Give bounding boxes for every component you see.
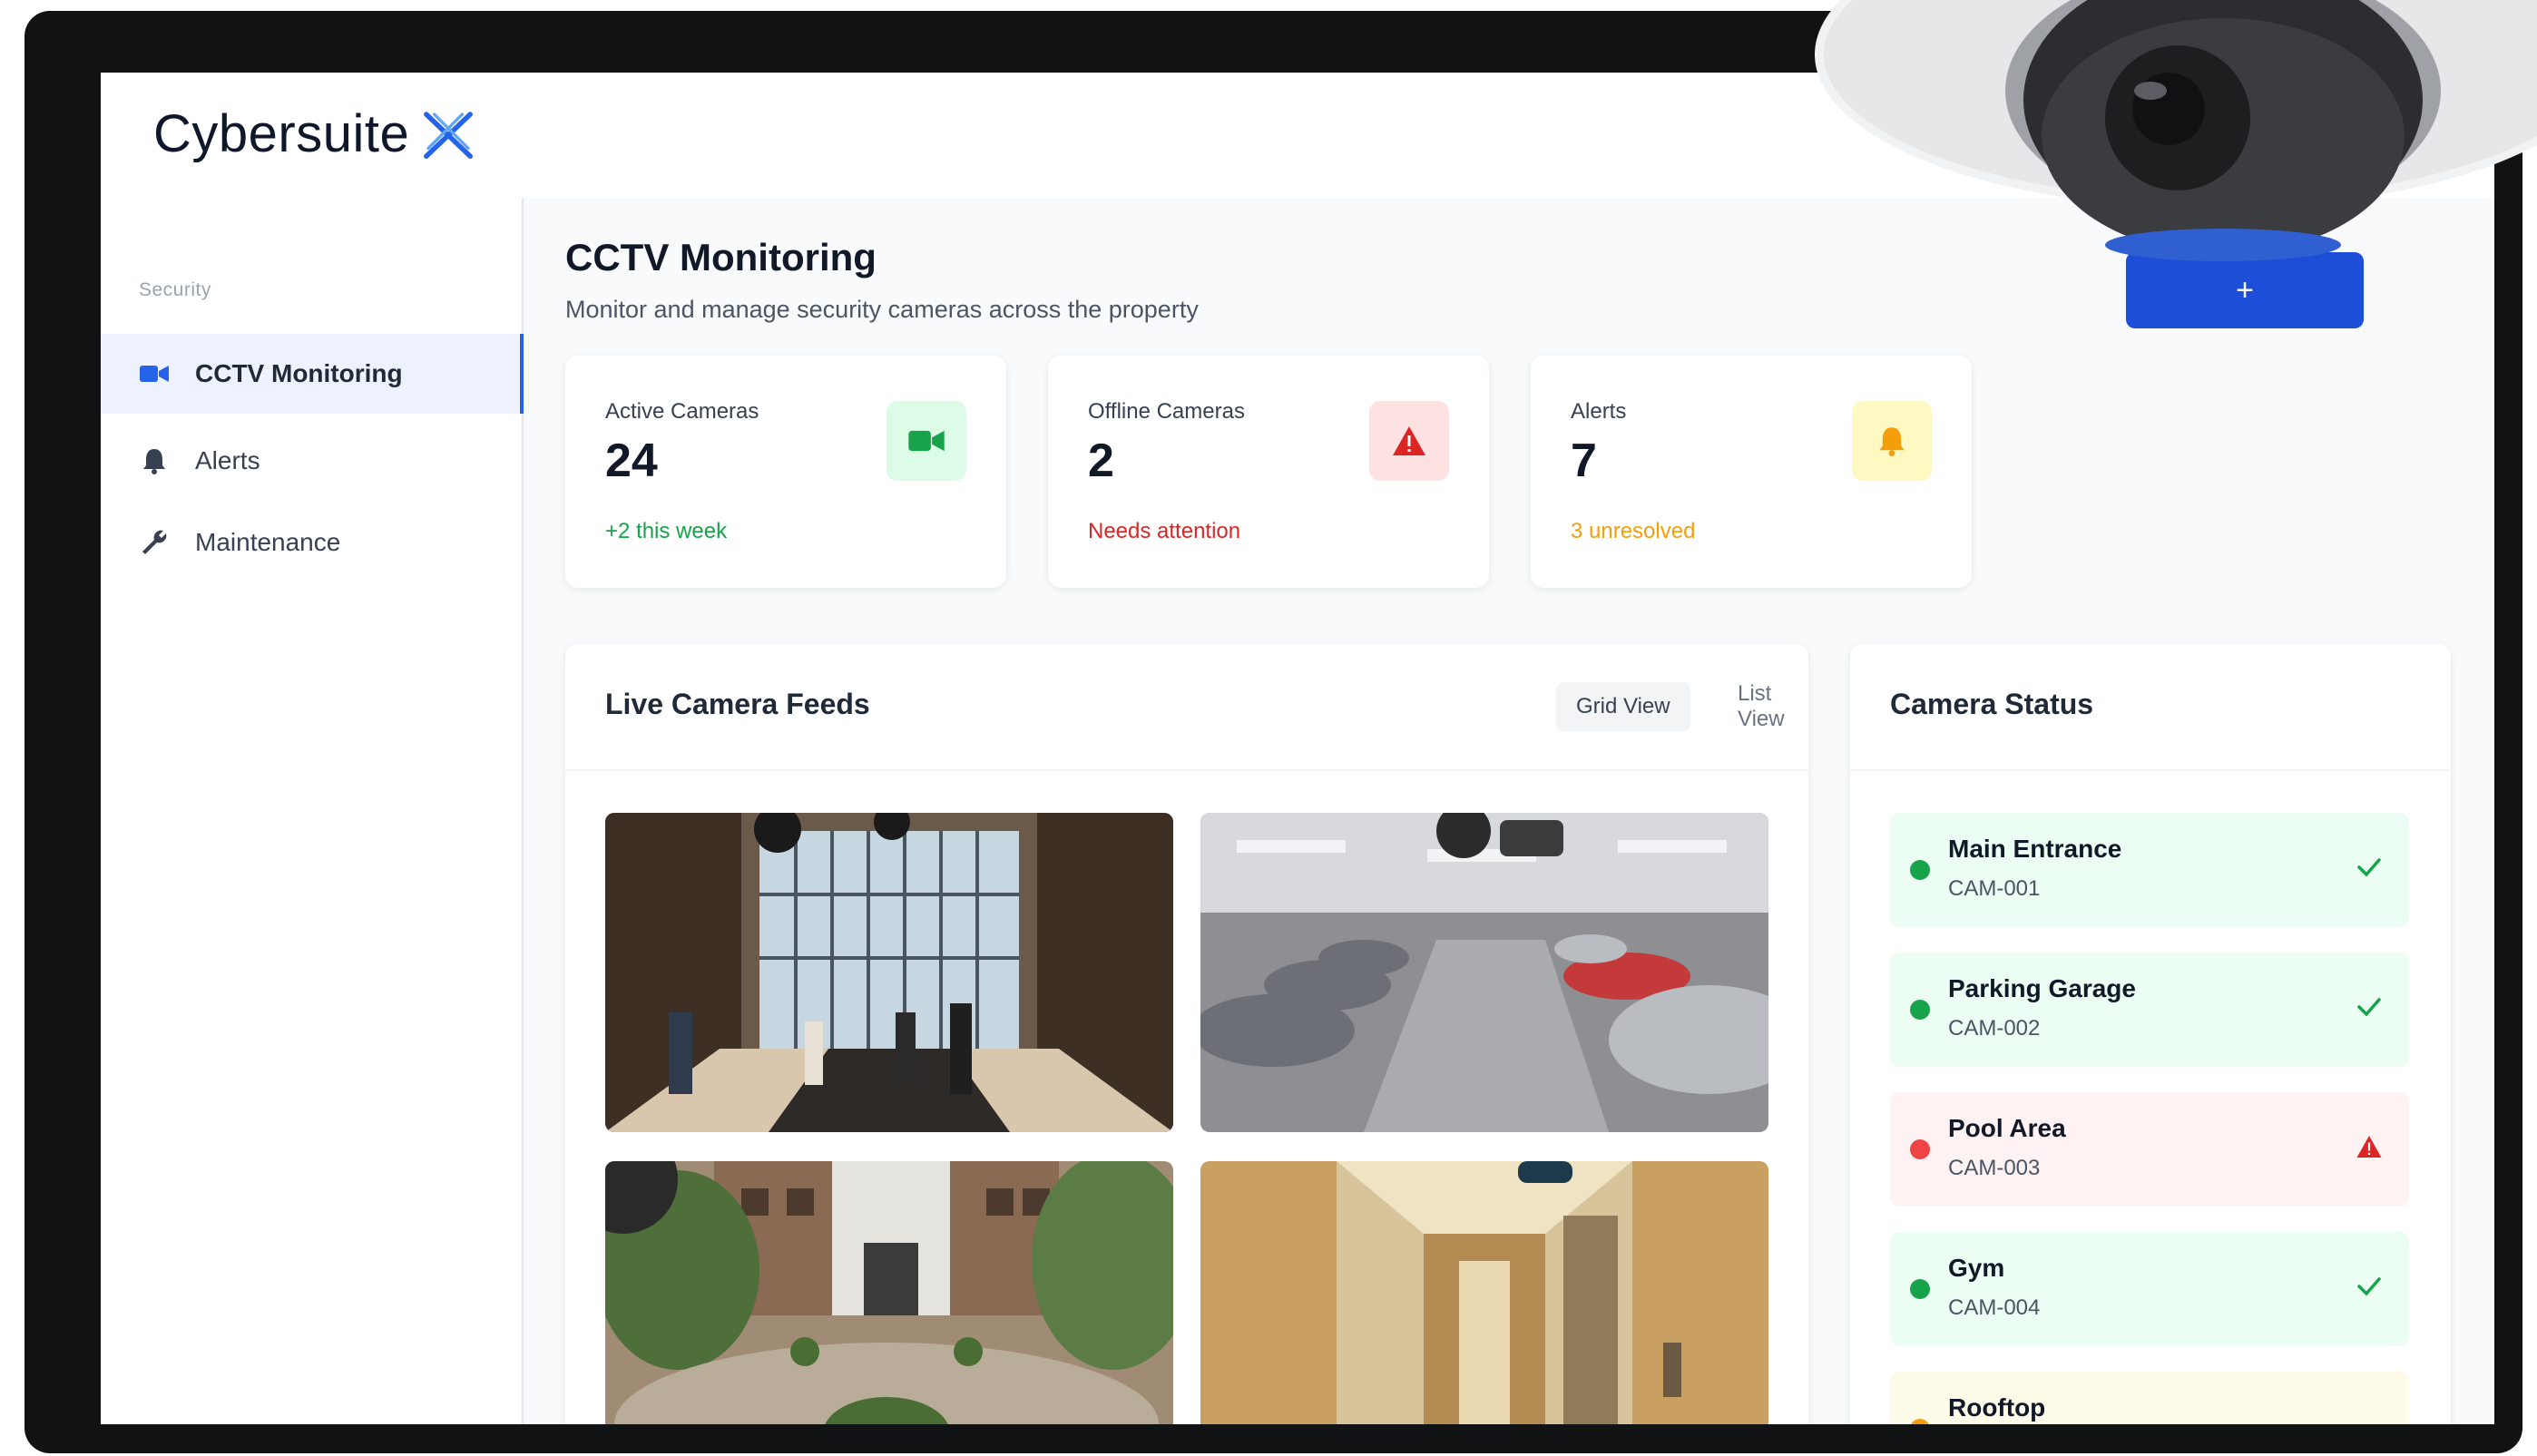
- feeds-header: Live Camera Feeds Grid View List View: [565, 644, 1808, 771]
- camera-feed-lobby[interactable]: [605, 813, 1173, 1132]
- camera-status-panel: Camera Status Main Entrance CAM-001 Park…: [1850, 644, 2451, 1424]
- sidebar-item-label: Alerts: [195, 446, 260, 474]
- sidebar-item-cctv-monitoring[interactable]: CCTV Monitoring: [101, 334, 524, 414]
- lobby-feed-image: [605, 813, 1173, 1132]
- stat-value: 2: [1088, 435, 1114, 487]
- stat-value: 24: [605, 435, 658, 487]
- camera-id: CAM-004: [1948, 1295, 2041, 1320]
- stat-note: Needs attention: [1088, 519, 1241, 543]
- list-view-button[interactable]: List View: [1718, 681, 1808, 731]
- stat-label: Active Cameras: [605, 399, 759, 424]
- camera-status-row-pool-area[interactable]: Pool Area CAM-003: [1890, 1092, 2409, 1207]
- check-icon: [2351, 849, 2387, 885]
- wrench-icon: [139, 527, 170, 558]
- camera-name: Rooftop: [1948, 1393, 2046, 1422]
- status-dot: [1910, 1139, 1930, 1159]
- grid-view-button[interactable]: Grid View: [1556, 682, 1690, 731]
- sidebar-item-label: CCTV Monitoring: [195, 359, 403, 387]
- brand-mark-icon: [424, 111, 474, 159]
- check-icon: [2351, 989, 2387, 1025]
- dome-camera-image: [1806, 0, 2537, 299]
- stat-label: Offline Cameras: [1088, 399, 1245, 424]
- check-icon: [2351, 1268, 2387, 1305]
- camera-feed-parking-garage[interactable]: [1200, 813, 1768, 1132]
- stat-note: +2 this week: [605, 519, 728, 543]
- stat-card-offline-cameras: Offline Cameras 2 Needs attention: [1048, 356, 1489, 588]
- camera-name: Pool Area: [1948, 1114, 2066, 1142]
- camera-status-row-rooftop[interactable]: Rooftop: [1890, 1372, 2409, 1424]
- status-dot: [1910, 1000, 1930, 1020]
- brand-logo[interactable]: Cybersuite: [153, 103, 478, 164]
- sidebar-section-label: Security: [139, 279, 211, 300]
- bell-icon: [139, 445, 170, 476]
- camera-name: Parking Garage: [1948, 974, 2136, 1002]
- feeds-title: Live Camera Feeds: [605, 688, 870, 720]
- warning-icon: [1369, 401, 1449, 481]
- bell-icon: [1852, 401, 1932, 481]
- sidebar-item-label: Maintenance: [195, 528, 341, 556]
- parking-garage-feed-image: [1200, 813, 1768, 1132]
- stat-card-active-cameras: Active Cameras 24 +2 this week: [565, 356, 1006, 588]
- camera-status-row-main-entrance[interactable]: Main Entrance CAM-001: [1890, 813, 2409, 927]
- video-camera-icon: [139, 358, 170, 389]
- sidebar: Security CCTV Monitoring Alerts Maintena…: [101, 198, 524, 1424]
- camera-id: CAM-001: [1948, 876, 2041, 901]
- camera-name: Gym: [1948, 1254, 2005, 1282]
- status-dot: [1910, 1419, 1930, 1424]
- live-camera-feeds-panel: Live Camera Feeds Grid View List View: [565, 644, 1808, 1424]
- camera-feed-courtyard[interactable]: [605, 1161, 1173, 1424]
- camera-status-row-parking-garage[interactable]: Parking Garage CAM-002: [1890, 953, 2409, 1067]
- camera-feed-hallway[interactable]: [1200, 1161, 1768, 1424]
- stat-value: 7: [1571, 435, 1597, 487]
- warning-icon: [2351, 1129, 2387, 1165]
- page-subtitle: Monitor and manage security cameras acro…: [565, 296, 1199, 323]
- hallway-feed-image: [1200, 1161, 1768, 1424]
- sidebar-item-alerts[interactable]: Alerts: [101, 421, 524, 501]
- status-title: Camera Status: [1890, 688, 2094, 720]
- video-camera-icon: [886, 401, 966, 481]
- courtyard-feed-image: [605, 1161, 1173, 1424]
- brand-name: Cybersuite: [153, 104, 410, 163]
- page-title: CCTV Monitoring: [565, 236, 877, 278]
- camera-id: CAM-003: [1948, 1156, 2041, 1180]
- stat-label: Alerts: [1571, 399, 1627, 424]
- camera-id: CAM-002: [1948, 1016, 2041, 1041]
- status-dot: [1910, 860, 1930, 880]
- sidebar-item-maintenance[interactable]: Maintenance: [101, 503, 524, 582]
- camera-name: Main Entrance: [1948, 835, 2122, 863]
- status-dot: [1910, 1279, 1930, 1299]
- camera-status-row-gym[interactable]: Gym CAM-004: [1890, 1232, 2409, 1346]
- stat-card-alerts: Alerts 7 3 unresolved: [1531, 356, 1972, 588]
- status-header: Camera Status: [1850, 644, 2451, 771]
- stat-note: 3 unresolved: [1571, 519, 1696, 543]
